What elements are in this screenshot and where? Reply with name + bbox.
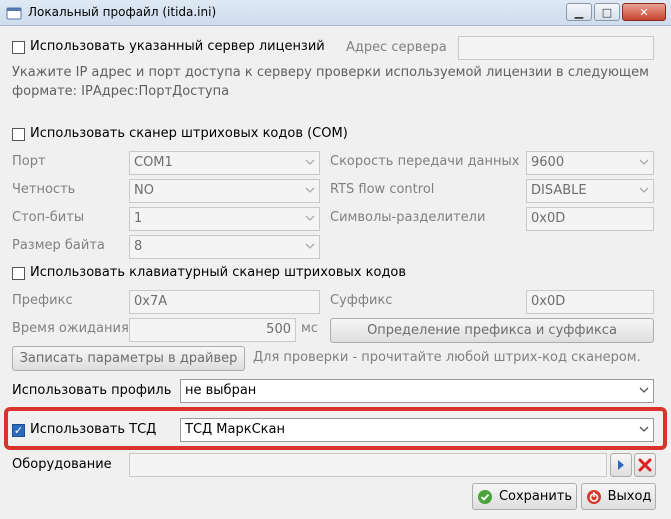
bytesize-select[interactable]: 8 [129,235,320,259]
rts-label: RTS flow control [330,182,435,197]
window-title: Локальный профайл (itida.ini) [28,5,217,19]
parity-select[interactable]: NO [129,179,320,203]
app-icon [6,7,22,20]
close-button[interactable]: ✕ [622,3,666,21]
speed-label: Скорость передачи данных [330,154,520,169]
timeout-unit: мс [301,321,318,336]
parity-label: Четность [12,182,76,197]
tsd-select[interactable]: ТСД МаркСкан [180,418,654,442]
tsd-checkbox[interactable]: ✓ [12,424,25,437]
stopbits-select[interactable]: 1 [129,207,320,231]
minimize-icon: ▁ [574,5,584,19]
profile-label: Использовать профиль [12,383,172,398]
tsd-label: Использовать ТСД [30,422,157,437]
profile-select[interactable]: не выбран [180,379,654,403]
chevron-down-icon [639,159,649,165]
chevron-down-icon [305,243,315,249]
timeout-input[interactable]: 500 [129,318,296,342]
com-scanner-checkbox[interactable] [12,128,25,141]
speed-select[interactable]: 9600 [526,151,654,175]
equipment-clear-button[interactable] [634,453,656,477]
tsd-value: ТСД МаркСкан [185,422,285,437]
kbd-scanner-checkbox[interactable] [12,267,25,280]
exit-label: Выход [607,489,652,504]
rts-select[interactable]: DISABLE [526,179,654,203]
port-select[interactable]: COM1 [129,151,320,175]
stopbits-label: Стоп-биты [12,210,85,225]
server-address-input[interactable] [458,36,654,60]
license-hint: Укажите IP адрес и порт доступа к сервер… [12,65,649,99]
chevron-down-icon [639,187,649,193]
chevron-down-icon [639,387,649,393]
separators-input[interactable]: 0x0D [526,207,654,231]
chevron-down-icon [305,159,315,165]
write-to-driver-button[interactable]: Записать параметры в драйвер [12,346,245,371]
equipment-select-button[interactable] [610,453,632,477]
save-label: Сохранить [498,489,573,504]
timeout-label: Время ожидания [12,321,129,336]
port-value: COM1 [134,155,173,170]
equipment-input[interactable] [129,453,607,477]
parity-value: NO [134,183,154,198]
close-icon: ✕ [639,5,649,19]
equipment-label: Оборудование [12,457,112,472]
chevron-down-icon [639,426,649,432]
play-arrow-icon [618,460,624,470]
maximize-button[interactable]: □ [594,3,620,21]
save-button[interactable]: Сохранить [472,483,577,510]
detect-prefix-suffix-button[interactable]: Определение префикса и суффикса [330,318,654,343]
save-check-icon [477,489,492,504]
license-server-label: Использовать указанный сервер лицензий [30,39,325,54]
bytesize-value: 8 [134,239,143,254]
profile-value: не выбран [185,383,257,398]
bytesize-label: Размер байта [12,238,105,253]
license-server-checkbox[interactable] [12,41,25,54]
chevron-down-icon [305,187,315,193]
server-address-label: Адрес сервера [346,40,447,55]
kbd-scanner-label: Использовать клавиатурный сканер штрихов… [30,265,407,280]
rts-value: DISABLE [531,183,587,198]
clear-x-icon [638,458,652,472]
prefix-label: Префикс [12,293,73,308]
exit-button[interactable]: Выход [581,483,656,510]
minimize-button[interactable]: ▁ [566,3,592,21]
check-icon: ✓ [13,424,24,437]
chevron-down-icon [305,215,315,221]
prefix-input[interactable]: 0x7A [129,290,320,314]
port-label: Порт [12,154,46,169]
com-scanner-label: Использовать сканер штриховых кодов (COM… [30,126,348,141]
maximize-icon: □ [601,5,613,19]
stopbits-value: 1 [134,211,143,226]
suffix-label: Суффикс [330,293,393,308]
speed-value: 9600 [531,155,565,170]
exit-power-icon [586,489,601,504]
separators-label: Символы-разделители [330,210,486,225]
suffix-input[interactable]: 0x0D [526,290,654,314]
write-hint: Для проверки - прочитайте любой штрих-ко… [253,350,641,365]
